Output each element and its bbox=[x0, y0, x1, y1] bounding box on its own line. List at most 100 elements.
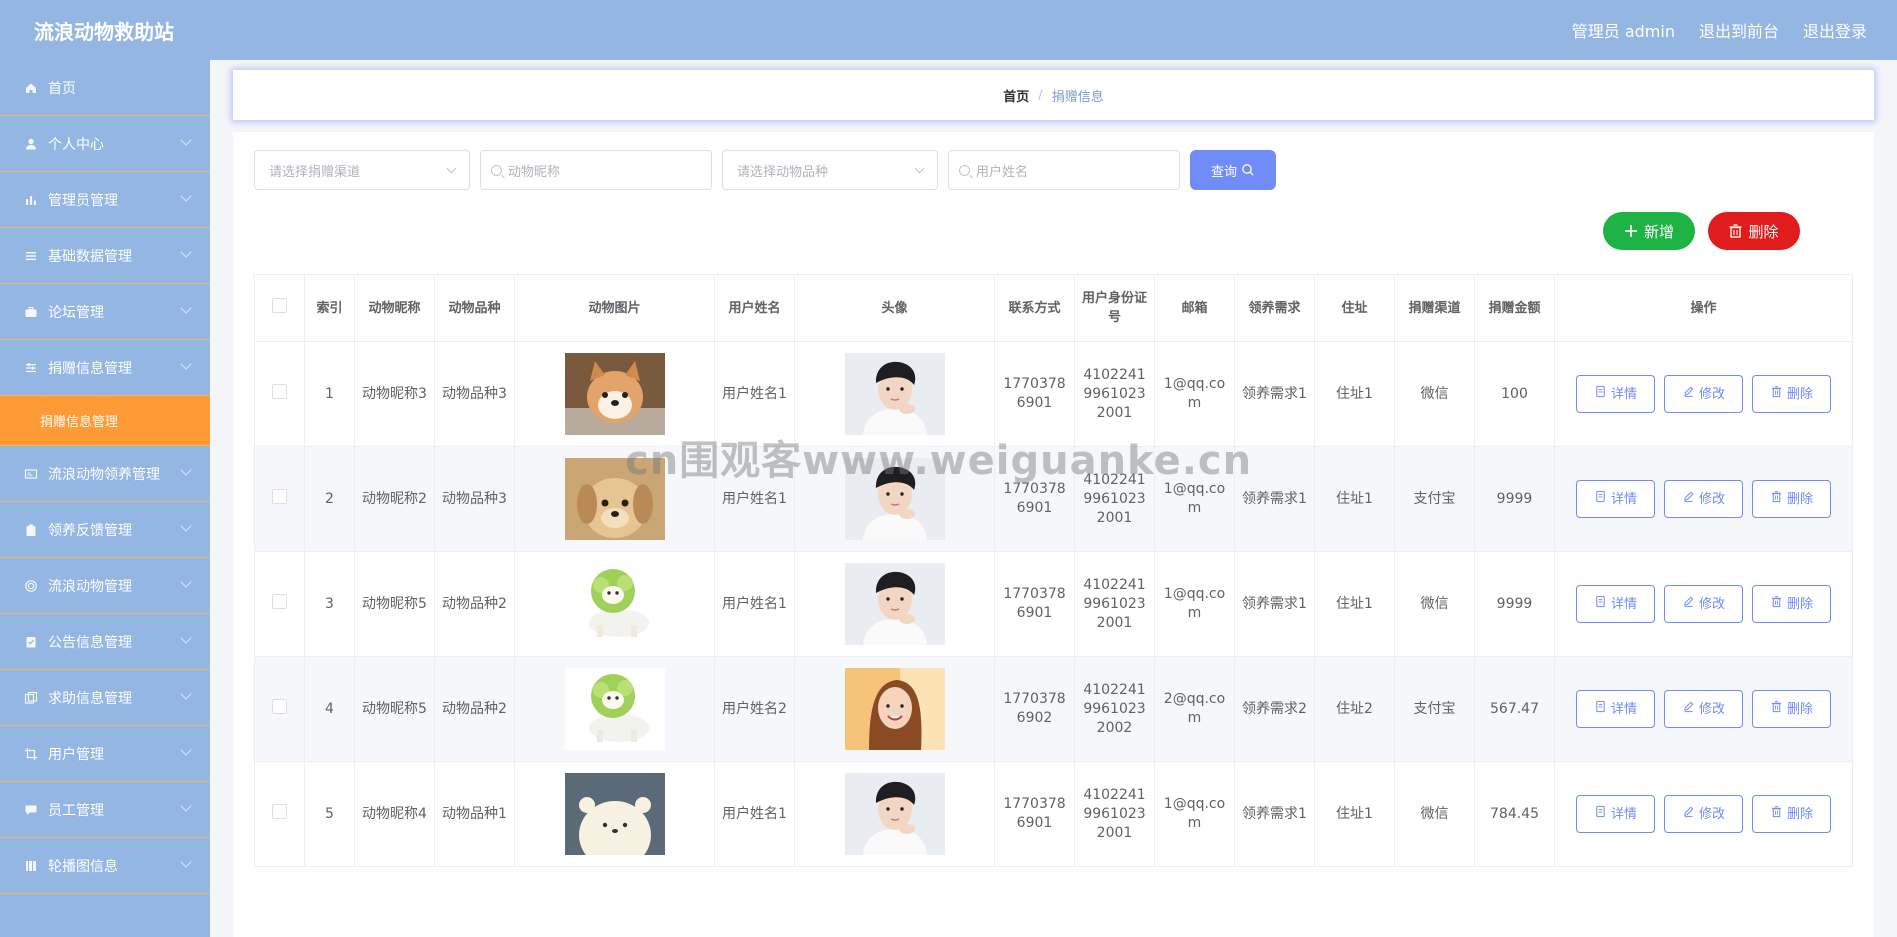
sidebar-item-13[interactable]: 轮播图信息 bbox=[0, 838, 210, 894]
detail-button[interactable]: 详情 bbox=[1576, 795, 1655, 833]
sidebar-item-1[interactable]: 个人中心 bbox=[0, 116, 210, 172]
edit-icon bbox=[1682, 490, 1695, 509]
row-checkbox[interactable] bbox=[272, 488, 287, 504]
edit-button[interactable]: 修改 bbox=[1664, 690, 1743, 728]
row-checkbox[interactable] bbox=[272, 698, 287, 714]
table-row: 3 动物昵称5 动物品种2 用户姓名1 17703786901 41022419961… bbox=[254, 551, 1853, 657]
edit-button[interactable]: 修改 bbox=[1664, 375, 1743, 413]
sidebar-item-label: 论坛管理 bbox=[48, 304, 104, 321]
query-button[interactable]: 查询 bbox=[1190, 150, 1276, 190]
briefcase-icon bbox=[24, 305, 38, 319]
table-row: 4 动物昵称5 动物品种2 用户姓名2 17703786902 41022419961… bbox=[254, 656, 1853, 762]
cell-index: 1 bbox=[304, 341, 355, 447]
delete-button-label: 删除 bbox=[1786, 491, 1813, 507]
breadcrumb: 首页 / 捐赠信息 bbox=[233, 70, 1874, 120]
sidebar-item-4[interactable]: 论坛管理 bbox=[0, 284, 210, 340]
admin-label[interactable]: 管理员 admin bbox=[1572, 18, 1675, 42]
sidebar-item-label: 管理员管理 bbox=[48, 192, 118, 209]
table-header-row: 索引 动物昵称 动物品种 动物图片 用户姓名 头像 联系方式 用户身份证号 邮箱 领养需求 住址 捐赠… bbox=[254, 274, 1853, 342]
avatar-cell bbox=[794, 446, 995, 552]
sidebar-item-9[interactable]: 公告信息管理 bbox=[0, 614, 210, 670]
sidebar-item-7[interactable]: 领养反馈管理 bbox=[0, 502, 210, 558]
detail-button[interactable]: 详情 bbox=[1576, 690, 1655, 728]
animal-image bbox=[564, 458, 665, 540]
cell-address: 住址1 bbox=[1314, 446, 1395, 552]
cell-phone: 17703786901 bbox=[994, 551, 1075, 657]
delete-button[interactable]: 删除 bbox=[1752, 375, 1831, 413]
sidebar-item-3[interactable]: 基础数据管理 bbox=[0, 228, 210, 284]
cell-need: 领养需求2 bbox=[1234, 656, 1315, 762]
sidebar-item-6[interactable]: 流浪动物领养管理 bbox=[0, 446, 210, 502]
sidebar-item-label: 首页 bbox=[48, 80, 76, 97]
column-header: 用户身份证号 bbox=[1074, 274, 1155, 342]
edit-button[interactable]: 修改 bbox=[1664, 585, 1743, 623]
detail-button[interactable]: 详情 bbox=[1576, 480, 1655, 518]
avatar bbox=[844, 458, 945, 540]
edit-button-label: 修改 bbox=[1698, 701, 1725, 717]
delete-button-label: 删除 bbox=[1786, 596, 1813, 612]
delete-button[interactable]: 删除 bbox=[1752, 585, 1831, 623]
delete-button[interactable]: 删除 bbox=[1752, 795, 1831, 833]
username-input-placeholder: 用户姓名 bbox=[976, 164, 1029, 180]
cell-index: 2 bbox=[304, 446, 355, 552]
row-checkbox[interactable] bbox=[272, 593, 287, 609]
card-icon bbox=[24, 467, 38, 481]
select-all-checkbox[interactable] bbox=[272, 297, 287, 313]
cell-idcard: 410224199610232001 bbox=[1074, 761, 1155, 867]
row-actions-cell: 详情 修改 删除 bbox=[1554, 446, 1853, 552]
breed-select[interactable]: 请选择动物品种 bbox=[722, 150, 938, 190]
delete-button[interactable]: 删除 bbox=[1752, 480, 1831, 518]
chart-icon bbox=[24, 193, 38, 207]
chevron-down-icon bbox=[180, 800, 192, 812]
sidebar-item-12[interactable]: 员工管理 bbox=[0, 782, 210, 838]
sidebar-item-11[interactable]: 用户管理 bbox=[0, 726, 210, 782]
sidebar-subitem-active[interactable]: 捐赠信息管理 bbox=[0, 396, 210, 446]
sliders-icon bbox=[24, 361, 38, 375]
breadcrumb-home[interactable]: 首页 bbox=[1003, 86, 1029, 105]
sidebar: 首页个人中心管理员管理基础数据管理论坛管理捐赠信息管理 捐赠信息管理 流浪动物领养管… bbox=[0, 60, 210, 937]
cell-email: 1@qq.com bbox=[1154, 551, 1235, 657]
column-header: 领养需求 bbox=[1234, 274, 1315, 342]
cell-breed: 动物品种3 bbox=[434, 341, 515, 447]
cell-email: 2@qq.com bbox=[1154, 656, 1235, 762]
chevron-down-icon bbox=[914, 163, 925, 174]
channel-select[interactable]: 请选择捐赠渠道 bbox=[254, 150, 470, 190]
row-checkbox[interactable] bbox=[272, 383, 287, 399]
query-button-label: 查询 bbox=[1210, 164, 1237, 180]
row-select-cell bbox=[254, 761, 305, 867]
cell-address: 住址1 bbox=[1314, 341, 1395, 447]
site-title: 流浪动物救助站 bbox=[34, 19, 174, 44]
column-header: 邮箱 bbox=[1154, 274, 1235, 342]
logout-link[interactable]: 退出登录 bbox=[1803, 18, 1867, 42]
row-select-cell bbox=[254, 341, 305, 447]
username-input[interactable]: 用户姓名 bbox=[948, 150, 1180, 190]
cell-breed: 动物品种2 bbox=[434, 656, 515, 762]
back-to-front-link[interactable]: 退出到前台 bbox=[1699, 18, 1779, 42]
animal-image-cell bbox=[514, 446, 715, 552]
nickname-input[interactable]: 动物昵称 bbox=[480, 150, 712, 190]
edit-button-label: 修改 bbox=[1698, 491, 1725, 507]
column-header: 捐赠金额 bbox=[1474, 274, 1555, 342]
avatar bbox=[844, 773, 945, 855]
batch-delete-button[interactable]: 删除 bbox=[1708, 212, 1800, 250]
sidebar-item-0[interactable]: 首页 bbox=[0, 60, 210, 116]
trash-icon bbox=[1770, 490, 1783, 509]
detail-button[interactable]: 详情 bbox=[1576, 585, 1655, 623]
sidebar-item-5[interactable]: 捐赠信息管理 bbox=[0, 340, 210, 396]
edit-button[interactable]: 修改 bbox=[1664, 795, 1743, 833]
sidebar-item-8[interactable]: 流浪动物管理 bbox=[0, 558, 210, 614]
cell-email: 1@qq.com bbox=[1154, 446, 1235, 552]
row-checkbox[interactable] bbox=[272, 803, 287, 819]
sidebar-item-10[interactable]: 求助信息管理 bbox=[0, 670, 210, 726]
sidebar-item-2[interactable]: 管理员管理 bbox=[0, 172, 210, 228]
cell-idcard: 410224199610232001 bbox=[1074, 551, 1155, 657]
row-select-cell bbox=[254, 446, 305, 552]
crop-icon bbox=[24, 747, 38, 761]
edit-button[interactable]: 修改 bbox=[1664, 480, 1743, 518]
cell-idcard: 410224199610232001 bbox=[1074, 446, 1155, 552]
delete-button[interactable]: 删除 bbox=[1752, 690, 1831, 728]
file-icon bbox=[1594, 700, 1607, 719]
add-button[interactable]: 新增 bbox=[1603, 212, 1695, 250]
detail-button[interactable]: 详情 bbox=[1576, 375, 1655, 413]
cell-nickname: 动物昵称5 bbox=[354, 656, 435, 762]
